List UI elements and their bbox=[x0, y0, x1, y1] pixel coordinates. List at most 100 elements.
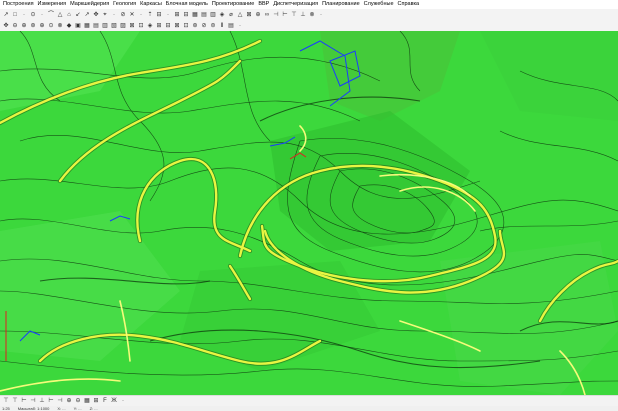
bottom_toolbar-tool-icon[interactable]: ⊢ bbox=[20, 397, 28, 405]
bottom_toolbar-tool-icon[interactable]: ⊤ bbox=[11, 397, 19, 405]
menu-item-planirovanie[interactable]: Планирование bbox=[322, 0, 360, 9]
toolbar1-tool-icon[interactable]: ⊞ bbox=[173, 11, 181, 19]
bottom_toolbar-tool-icon[interactable]: ▦ bbox=[83, 397, 91, 405]
bottom_toolbar-tool-icon[interactable]: · bbox=[119, 397, 127, 405]
toolbar1-tool-icon[interactable]: ⌒ bbox=[47, 11, 55, 19]
toolbar1-tool-icon[interactable]: ⊟ bbox=[182, 11, 190, 19]
toolbar2-tool-icon[interactable]: ⊘ bbox=[200, 22, 208, 30]
toolbar1-tool-icon[interactable]: · bbox=[38, 11, 46, 19]
toolbar2-tool-icon[interactable]: Ⅱ bbox=[218, 22, 226, 30]
menu-item-proektirovanie[interactable]: Проектирование bbox=[212, 0, 254, 9]
toolbar2-tool-icon[interactable]: ⊡ bbox=[137, 22, 145, 30]
toolbar2-tool-icon[interactable]: ⊠ bbox=[173, 22, 181, 30]
bottom-toolbar: ⊤ ⊤ ⊢ ⊣ ⊥ ⊢ ⊣ ⊕ ⊖ ▦ ⊞ F Ж · bbox=[0, 395, 618, 406]
toolbar1-tool-icon[interactable]: · bbox=[164, 11, 172, 19]
toolbar1-tool-icon[interactable]: ⌖ bbox=[101, 11, 109, 19]
toolbar1-tool-icon[interactable]: ↙ bbox=[74, 11, 82, 19]
menu-item-vvr[interactable]: ВВР bbox=[258, 0, 269, 9]
toolbar1-tool-icon[interactable]: ✕ bbox=[128, 11, 136, 19]
toolbar2-tool-icon[interactable]: ▤ bbox=[227, 22, 235, 30]
menu-item-blochnaya-model[interactable]: Блочная модель bbox=[166, 0, 208, 9]
menu-bar: Построения Измерения Маркшейдерия Геолог… bbox=[0, 0, 618, 9]
map-viewport[interactable] bbox=[0, 31, 618, 395]
toolbar2-tool-icon[interactable]: ▥ bbox=[101, 22, 109, 30]
bottom_toolbar-tool-icon[interactable]: Ж bbox=[110, 397, 118, 405]
toolbar2-tool-icon[interactable]: ▨ bbox=[119, 22, 127, 30]
toolbar1-tool-icon[interactable]: ⊗ bbox=[308, 11, 316, 19]
toolbar2-tool-icon[interactable]: ◈ bbox=[146, 22, 154, 30]
toolbar1-tool-icon[interactable]: ⇡ bbox=[146, 11, 154, 19]
bottom_toolbar-tool-icon[interactable]: ⊞ bbox=[92, 397, 100, 405]
toolbar1-tool-icon[interactable]: · bbox=[137, 11, 145, 19]
toolbar1-tool-icon[interactable]: ↗ bbox=[83, 11, 91, 19]
toolbar1-tool-icon[interactable]: ⊙ bbox=[29, 11, 37, 19]
toolbar1-tool-icon[interactable]: ◈ bbox=[218, 11, 226, 19]
toolbar1-tool-icon[interactable]: ⌂ bbox=[65, 11, 73, 19]
toolbar1-tool-icon[interactable]: ∞ bbox=[263, 11, 271, 19]
menu-item-dispetcherizatsiya[interactable]: Диспетчеризация bbox=[273, 0, 318, 9]
toolbar1-tool-icon[interactable]: ⊤ bbox=[290, 11, 298, 19]
bottom_toolbar-tool-icon[interactable]: ⊤ bbox=[2, 397, 10, 405]
toolbar2-tool-icon[interactable]: ⊖ bbox=[11, 22, 19, 30]
menu-item-marksheyderiya[interactable]: Маркшейдерия bbox=[70, 0, 109, 9]
toolbar2-tool-icon[interactable]: ▦ bbox=[83, 22, 91, 30]
bottom_toolbar-tool-icon[interactable]: ⊖ bbox=[74, 397, 82, 405]
toolbar2-tool-icon[interactable]: ▤ bbox=[92, 22, 100, 30]
toolbar2-tool-icon[interactable]: ⊗ bbox=[56, 22, 64, 30]
menu-item-izmereniya[interactable]: Измерения bbox=[38, 0, 67, 9]
toolbar1-tool-icon[interactable]: ⊟ bbox=[155, 11, 163, 19]
status-coord-2: Y: ... bbox=[73, 406, 82, 411]
toolbar2-tool-icon[interactable]: ⊛ bbox=[191, 22, 199, 30]
toolbar2-tool-icon[interactable]: ⊡ bbox=[182, 22, 190, 30]
toolbar1-tool-icon[interactable]: ⊢ bbox=[281, 11, 289, 19]
bottom_toolbar-tool-icon[interactable]: ⊕ bbox=[65, 397, 73, 405]
toolbar2-tool-icon[interactable]: ⊠ bbox=[128, 22, 136, 30]
toolbar2-tool-icon[interactable]: ⊛ bbox=[29, 22, 37, 30]
drawing-toolbar: ↗ □ · ⊙ · ⌒ △ ⌂ ↙ ↗ ✥ ⌖ · ⊘ ✕ · ⇡ ⊟ · ⊞ ⊟ ▦ ▤ ▥ ◈ ⌀ △ ⊠ ⊕ ∞ ⊣ ⊢ ⊤ ⊥ ⊗ · bbox=[0, 9, 618, 20]
toolbar2-tool-icon[interactable]: ⊟ bbox=[164, 22, 172, 30]
bottom_toolbar-tool-icon[interactable]: ⊥ bbox=[38, 397, 46, 405]
menu-item-sluzhebnye[interactable]: Служебные bbox=[364, 0, 394, 9]
toolbar2-tool-icon[interactable]: ▧ bbox=[110, 22, 118, 30]
status-coord-0: Масштаб: 1:1000 bbox=[17, 406, 50, 411]
toolbar2-tool-icon[interactable]: ▣ bbox=[74, 22, 82, 30]
toolbar2-tool-icon[interactable]: ⊕ bbox=[38, 22, 46, 30]
menu-item-geologiya[interactable]: Геология bbox=[113, 0, 136, 9]
toolbar2-tool-icon[interactable]: ◆ bbox=[65, 22, 73, 30]
toolbar1-tool-icon[interactable]: △ bbox=[56, 11, 64, 19]
status-coord-3: Z: ... bbox=[89, 406, 98, 411]
toolbar1-tool-icon[interactable]: · bbox=[110, 11, 118, 19]
toolbar1-tool-icon[interactable]: · bbox=[317, 11, 325, 19]
status-coord-1: X: ... bbox=[57, 406, 66, 411]
bottom_toolbar-tool-icon[interactable]: ⊣ bbox=[29, 397, 37, 405]
toolbar1-tool-icon[interactable]: ⊠ bbox=[245, 11, 253, 19]
toolbar1-tool-icon[interactable]: ⊕ bbox=[254, 11, 262, 19]
bottom_toolbar-tool-icon[interactable]: ⊣ bbox=[56, 397, 64, 405]
toolbar1-tool-icon[interactable]: ✥ bbox=[92, 11, 100, 19]
toolbar1-tool-icon[interactable]: ▥ bbox=[209, 11, 217, 19]
toolbar1-tool-icon[interactable]: ⊣ bbox=[272, 11, 280, 19]
toolbar2-tool-icon[interactable]: ✥ bbox=[2, 22, 10, 30]
toolbar2-tool-icon[interactable]: ⊙ bbox=[47, 22, 55, 30]
toolbar2-tool-icon[interactable]: ⊞ bbox=[155, 22, 163, 30]
menu-item-postroeniya[interactable]: Построения bbox=[3, 0, 34, 9]
toolbar1-tool-icon[interactable]: ↗ bbox=[2, 11, 10, 19]
toolbar1-tool-icon[interactable]: ⌀ bbox=[227, 11, 235, 19]
toolbar1-tool-icon[interactable]: ⊥ bbox=[299, 11, 307, 19]
view-toolbar: ✥ ⊖ ⊕ ⊛ ⊕ ⊙ ⊗ ◆ ▣ ▦ ▤ ▥ ▧ ▨ ⊠ ⊡ ◈ ⊞ ⊟ ⊠ ⊡ ⊛ ⊘ ⊜ Ⅱ ▤ · bbox=[0, 20, 618, 31]
bottom_toolbar-tool-icon[interactable]: ⊢ bbox=[47, 397, 55, 405]
toolbar1-tool-icon[interactable]: □ bbox=[11, 11, 19, 19]
terrain-canvas[interactable] bbox=[0, 31, 618, 395]
toolbar2-tool-icon[interactable]: ⊜ bbox=[209, 22, 217, 30]
toolbar1-tool-icon[interactable]: ▦ bbox=[191, 11, 199, 19]
toolbar1-tool-icon[interactable]: ▤ bbox=[200, 11, 208, 19]
toolbar2-tool-icon[interactable]: · bbox=[236, 22, 244, 30]
menu-item-spravka[interactable]: Справка bbox=[398, 0, 420, 9]
menu-item-karkasy[interactable]: Каркасы bbox=[140, 0, 162, 9]
toolbar1-tool-icon[interactable]: · bbox=[20, 11, 28, 19]
toolbar1-tool-icon[interactable]: △ bbox=[236, 11, 244, 19]
bottom_toolbar-tool-icon[interactable]: F bbox=[101, 397, 109, 405]
status-scale: 1:25 bbox=[2, 406, 10, 411]
toolbar1-tool-icon[interactable]: ⊘ bbox=[119, 11, 127, 19]
toolbar2-tool-icon[interactable]: ⊕ bbox=[20, 22, 28, 30]
